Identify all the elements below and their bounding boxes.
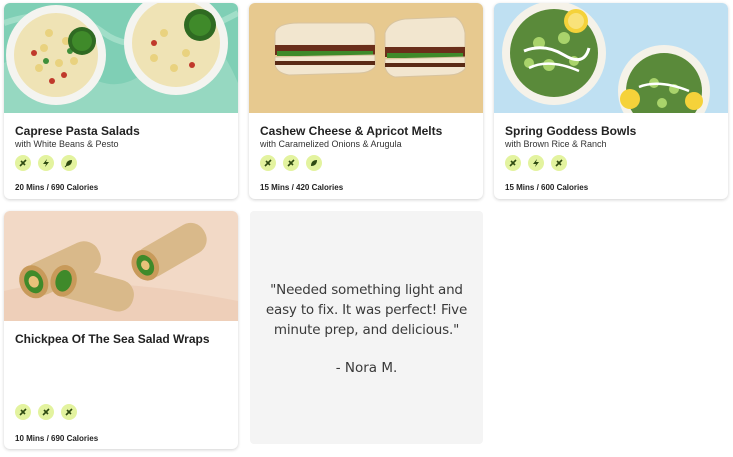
recipe-time-calories: 15 Mins / 600 Calories bbox=[505, 183, 589, 192]
vegan-icon bbox=[38, 404, 54, 420]
quick-icon bbox=[528, 155, 544, 171]
recipe-title[interactable]: Cashew Cheese & Apricot Melts bbox=[260, 124, 442, 138]
testimonial-author: - Nora M. bbox=[335, 359, 398, 376]
quick-icon bbox=[38, 155, 54, 171]
nut-free-icon bbox=[15, 404, 31, 420]
recipe-subtitle: with Caramelized Onions & Arugula bbox=[260, 139, 402, 149]
nut-free-icon bbox=[15, 155, 31, 171]
vegan-icon bbox=[61, 404, 77, 420]
vegan-icon bbox=[306, 155, 322, 171]
sandwich-melts-image bbox=[249, 3, 483, 113]
recipe-card[interactable]: Spring Goddess Bowls with Brown Rice & R… bbox=[494, 3, 728, 199]
wraps-image bbox=[4, 211, 238, 321]
testimonial-card: "Needed something light and easy to fix.… bbox=[250, 211, 483, 444]
testimonial-text: "Needed something light and easy to fix.… bbox=[265, 281, 468, 338]
vegan-icon bbox=[551, 155, 567, 171]
recipe-time-calories: 10 Mins / 690 Calories bbox=[15, 434, 99, 443]
quick-icon bbox=[283, 155, 299, 171]
recipe-title[interactable]: Spring Goddess Bowls bbox=[505, 124, 636, 138]
dietary-badges bbox=[15, 155, 77, 171]
grain-bowls-image bbox=[494, 3, 728, 113]
nut-free-icon bbox=[260, 155, 276, 171]
recipe-card[interactable]: Caprese Pasta Salads with White Beans & … bbox=[4, 3, 238, 199]
recipe-time-calories: 20 Mins / 690 Calories bbox=[15, 183, 99, 192]
recipe-title[interactable]: Caprese Pasta Salads bbox=[15, 124, 140, 138]
recipe-subtitle: with White Beans & Pesto bbox=[15, 139, 119, 149]
dietary-badges bbox=[15, 404, 77, 420]
dietary-badges bbox=[505, 155, 567, 171]
recipe-subtitle: with Brown Rice & Ranch bbox=[505, 139, 607, 149]
recipe-time-calories: 15 Mins / 420 Calories bbox=[260, 183, 344, 192]
dietary-badges bbox=[260, 155, 322, 171]
recipe-title[interactable]: Chickpea Of The Sea Salad Wraps bbox=[15, 332, 210, 346]
recipe-card[interactable]: Chickpea Of The Sea Salad Wraps 10 Mins … bbox=[4, 211, 238, 449]
nut-free-icon bbox=[505, 155, 521, 171]
pasta-salad-bowls-image bbox=[4, 3, 238, 113]
vegan-icon bbox=[61, 155, 77, 171]
recipe-card[interactable]: Cashew Cheese & Apricot Melts with Caram… bbox=[249, 3, 483, 199]
